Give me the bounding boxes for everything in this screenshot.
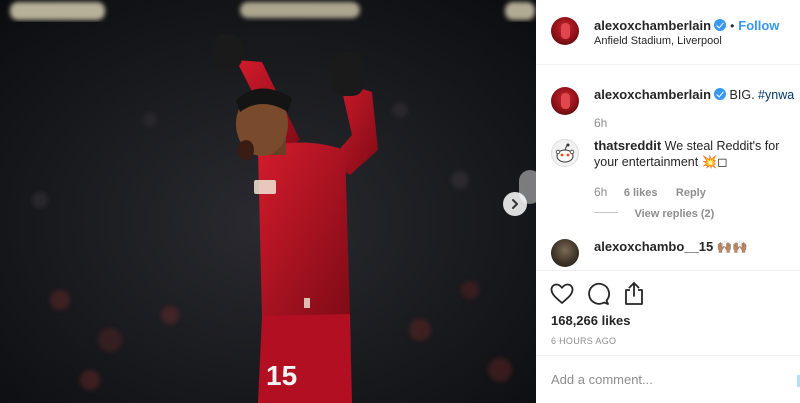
comment-time: 6h [594, 185, 608, 199]
caption-username-link[interactable]: alexoxchamberlain [594, 87, 711, 102]
comment-meta: 6h 6 likes Reply [594, 183, 706, 201]
verified-badge-icon [714, 88, 727, 100]
reply-button[interactable]: Reply [676, 187, 706, 199]
username-link[interactable]: alexoxchamberlain [594, 18, 711, 33]
caption-text: BIG. [729, 88, 755, 102]
hashtag-link[interactable]: #ynwa [758, 88, 794, 102]
comment-text-line1: We steal Reddit's for [664, 139, 780, 153]
shirt-number: 15 [266, 360, 297, 391]
comment-username-link[interactable]: alexoxchambo__15 [594, 239, 713, 254]
avatar[interactable] [551, 87, 579, 115]
comment-composer [536, 357, 800, 403]
add-comment-input[interactable] [551, 372, 791, 387]
header-title-row: alexoxchamberlain • Follow [594, 17, 779, 35]
view-replies-label: View replies (2) [634, 208, 715, 220]
comment-text: 🙌🏽🙌🏽 [716, 240, 748, 254]
player-celebration-image: 15 [0, 0, 536, 403]
separator-dot: • [730, 19, 735, 33]
follow-button[interactable]: Follow [738, 18, 779, 33]
avatar[interactable] [551, 17, 579, 45]
divider-line [594, 212, 618, 214]
caption: alexoxchamberlain BIG. #ynwa [594, 87, 794, 103]
comment: thatsreddit We steal Reddit's for your e… [594, 138, 794, 170]
chevron-right-icon [512, 199, 518, 209]
reddit-alien-icon [555, 143, 575, 163]
location-link[interactable]: Anfield Stadium, Liverpool [594, 35, 722, 47]
comment-likes-link[interactable]: 6 likes [624, 187, 658, 199]
post-side-panel: alexoxchamberlain • Follow Anfield Stadium… [536, 0, 800, 403]
comment: alexoxchambo__15 🙌🏽🙌🏽 [594, 239, 748, 255]
comments-section[interactable]: alexoxchamberlain BIG. #ynwa 6h thatsred… [536, 66, 800, 271]
post-photo[interactable]: 15 [0, 0, 536, 403]
comment-username-link[interactable]: thatsreddit [594, 138, 661, 153]
caption-time: 6h [594, 116, 608, 130]
comment-text-line2: your entertainment 💥◻ [594, 155, 728, 169]
post-actions: 168,266 likes 6 HOURS AGO [536, 272, 800, 356]
comment-icon[interactable] [586, 282, 610, 306]
post-timestamp[interactable]: 6 HOURS AGO [551, 336, 616, 346]
heart-icon[interactable] [550, 283, 574, 305]
next-image-button[interactable] [503, 192, 527, 216]
share-icon[interactable] [623, 281, 645, 306]
post-header: alexoxchamberlain • Follow Anfield Stadium… [536, 0, 800, 65]
avatar[interactable] [551, 239, 579, 267]
view-replies-button[interactable]: View replies (2) [594, 204, 714, 222]
avatar[interactable] [551, 139, 579, 167]
likes-count[interactable]: 168,266 likes [551, 313, 631, 328]
verified-badge-icon [714, 19, 727, 31]
